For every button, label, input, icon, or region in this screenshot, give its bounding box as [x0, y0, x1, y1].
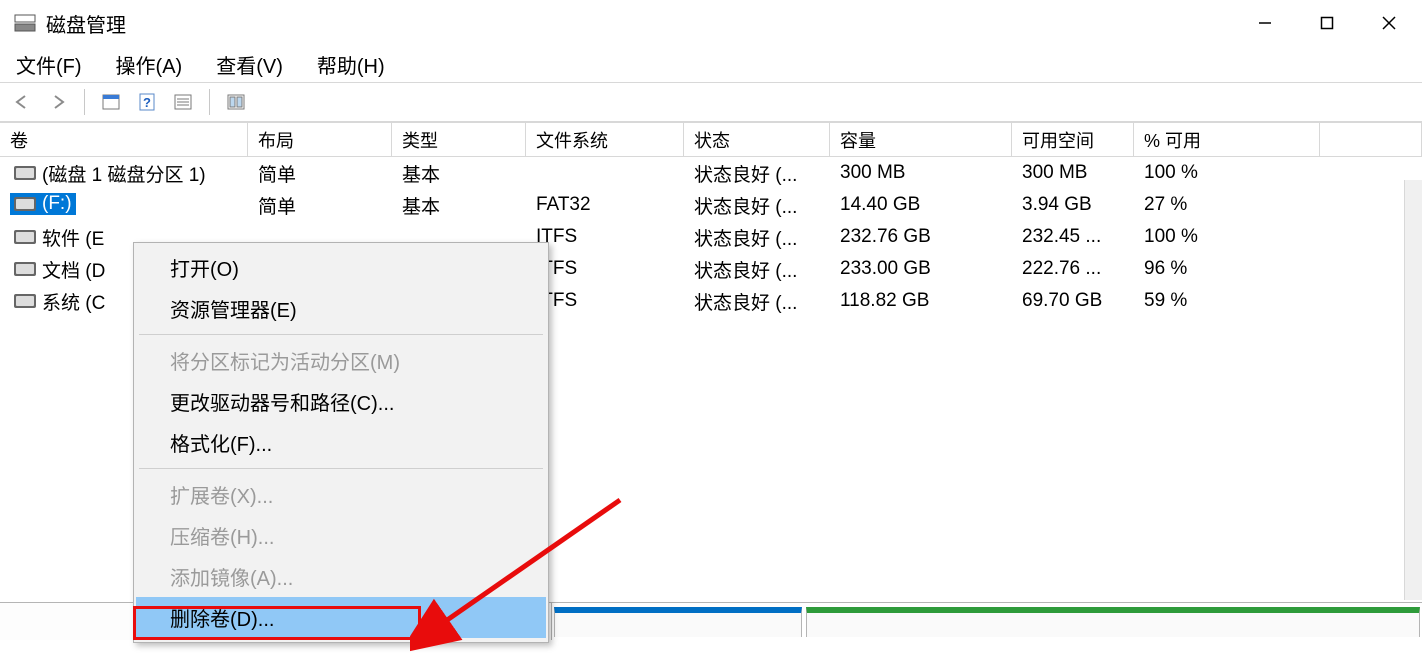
maximize-button[interactable] — [1296, 2, 1358, 44]
cell-status: 状态良好 (... — [684, 160, 830, 187]
close-button[interactable] — [1358, 2, 1420, 44]
svg-text:?: ? — [143, 95, 151, 110]
cell-cap: 118.82 GB — [830, 290, 1012, 312]
context-menu-separator — [139, 334, 543, 335]
cell-fs: ITFS — [526, 226, 684, 248]
nav-forward-button[interactable] — [42, 87, 74, 117]
disk-icon — [14, 230, 36, 244]
col-type[interactable]: 类型 — [392, 123, 526, 157]
cell-fs: ITFS — [526, 290, 684, 312]
menu-file[interactable]: 文件(F) — [10, 47, 88, 82]
vol-name: 软件 (E — [42, 224, 104, 251]
context-menu-item: 扩展卷(X)... — [136, 474, 546, 515]
col-percent[interactable]: % 可用 — [1134, 123, 1320, 157]
context-menu-separator — [139, 468, 543, 469]
cell-type: 基本 — [392, 192, 526, 219]
col-volume[interactable]: 卷 — [0, 123, 248, 157]
disk-icon — [14, 262, 36, 276]
properties-button[interactable] — [95, 87, 127, 117]
vol-name: 系统 (C — [42, 288, 105, 315]
context-menu-item[interactable]: 资源管理器(E) — [136, 288, 546, 329]
detail-view-button[interactable] — [167, 87, 199, 117]
vol-name: 文档 (D — [42, 256, 105, 283]
cell-cap: 232.76 GB — [830, 226, 1012, 248]
volume-context-menu[interactable]: 打开(O)资源管理器(E) 将分区标记为活动分区(M)更改驱动器号和路径(C)..… — [133, 242, 549, 643]
context-menu-item: 压缩卷(H)... — [136, 515, 546, 556]
toolbar: ? — [0, 82, 1422, 122]
cell-free: 3.94 GB — [1012, 194, 1134, 216]
menu-help[interactable]: 帮助(H) — [311, 47, 391, 82]
col-capacity[interactable]: 容量 — [830, 123, 1012, 157]
col-layout[interactable]: 布局 — [248, 123, 392, 157]
col-free[interactable]: 可用空间 — [1012, 123, 1134, 157]
cell-type: 基本 — [392, 160, 526, 187]
disk-map-segment-2[interactable] — [806, 607, 1420, 637]
cell-free: 69.70 GB — [1012, 290, 1134, 312]
disk-icon — [14, 294, 36, 308]
menubar: 文件(F) 操作(A) 查看(V) 帮助(H) — [0, 46, 1422, 82]
col-spacer — [1320, 123, 1422, 157]
cell-cap: 300 MB — [830, 162, 1012, 184]
menu-action[interactable]: 操作(A) — [110, 47, 189, 82]
titlebar: 磁盘管理 — [0, 0, 1422, 46]
cell-free: 232.45 ... — [1012, 226, 1134, 248]
col-status[interactable]: 状态 — [684, 123, 830, 157]
cell-layout: 简单 — [248, 192, 392, 219]
table-row[interactable]: (磁盘 1 磁盘分区 1)简单基本状态良好 (...300 MB300 MB10… — [0, 157, 1422, 189]
nav-back-button[interactable] — [6, 87, 38, 117]
cell-status: 状态良好 (... — [684, 192, 830, 219]
vol-name: (磁盘 1 磁盘分区 1) — [42, 160, 206, 187]
cell-fs: ITFS — [526, 258, 684, 280]
cell-cap: 233.00 GB — [830, 258, 1012, 280]
disk-icon — [14, 166, 36, 180]
table-row[interactable]: (F:) 简单基本FAT32状态良好 (...14.40 GB3.94 GB27 … — [0, 189, 1422, 221]
cell-layout: 简单 — [248, 160, 392, 187]
app-icon — [14, 12, 36, 34]
context-menu-item[interactable]: 打开(O) — [136, 247, 546, 288]
help-button[interactable]: ? — [131, 87, 163, 117]
cell-pct: 100 % — [1134, 226, 1320, 248]
menu-view[interactable]: 查看(V) — [210, 47, 289, 82]
cell-pct: 59 % — [1134, 290, 1320, 312]
cell-pct: 100 % — [1134, 162, 1320, 184]
vol-name: (F:) — [42, 193, 72, 215]
context-menu-item[interactable]: 更改驱动器号和路径(C)... — [136, 381, 546, 422]
window-title: 磁盘管理 — [46, 9, 1224, 38]
cell-status: 状态良好 (... — [684, 256, 830, 283]
cell-fs: FAT32 — [526, 194, 684, 216]
grid-header: 卷 布局 类型 文件系统 状态 容量 可用空间 % 可用 — [0, 123, 1422, 157]
vertical-scrollbar[interactable] — [1404, 180, 1422, 600]
minimize-button[interactable] — [1234, 2, 1296, 44]
col-filesystem[interactable]: 文件系统 — [526, 123, 684, 157]
context-menu-item[interactable]: 删除卷(D)... — [136, 597, 546, 638]
disk-icon — [14, 197, 36, 211]
cell-free: 300 MB — [1012, 162, 1134, 184]
cell-pct: 27 % — [1134, 194, 1320, 216]
cell-free: 222.76 ... — [1012, 258, 1134, 280]
context-menu-item: 添加镜像(A)... — [136, 556, 546, 597]
cell-pct: 96 % — [1134, 258, 1320, 280]
cell-status: 状态良好 (... — [684, 224, 830, 251]
context-menu-item: 将分区标记为活动分区(M) — [136, 340, 546, 381]
cell-status: 状态良好 (... — [684, 288, 830, 315]
cell-cap: 14.40 GB — [830, 194, 1012, 216]
context-menu-item[interactable]: 格式化(F)... — [136, 422, 546, 463]
refresh-button[interactable] — [220, 87, 252, 117]
disk-map-segment-1[interactable] — [554, 607, 802, 637]
